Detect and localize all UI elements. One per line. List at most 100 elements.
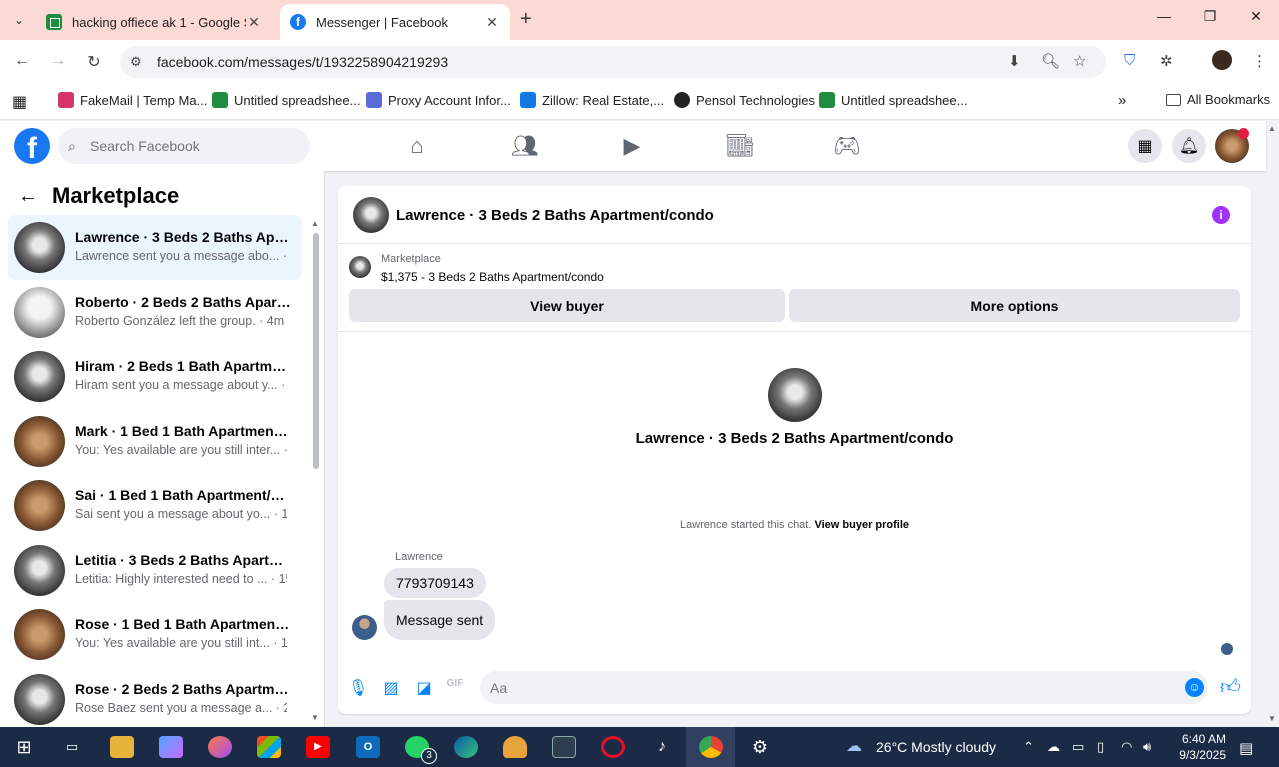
back-arrow-icon[interactable]: ← bbox=[12, 52, 32, 70]
medal-app-icon[interactable] bbox=[503, 736, 527, 758]
view-buyer-profile-link[interactable]: View buyer profile bbox=[814, 519, 909, 531]
view-buyer-button[interactable]: View buyer bbox=[349, 289, 785, 322]
system-clock[interactable]: 6:40 AM 9/3/2025 bbox=[1166, 731, 1226, 763]
chrome-icon[interactable] bbox=[699, 736, 723, 758]
wifi-icon[interactable]: ◠ bbox=[1121, 739, 1132, 755]
tab-search-chevron-icon[interactable]: ⌄ bbox=[6, 8, 32, 32]
conversation-item[interactable]: Lawrence · 3 Beds 2 Baths Apart... Lawre… bbox=[8, 215, 302, 280]
weather-cloud-icon[interactable]: ☁ bbox=[842, 736, 866, 758]
notifications-bell-icon[interactable]: 🔔︎ bbox=[1172, 129, 1206, 163]
volume-icon[interactable]: 🔊︎ bbox=[1143, 739, 1151, 755]
notification-center-icon[interactable]: ▤ bbox=[1239, 739, 1253, 757]
search-input[interactable] bbox=[90, 128, 300, 164]
reload-icon[interactable]: ↻ bbox=[84, 52, 104, 72]
scroll-down-arrow-icon[interactable]: ▼ bbox=[311, 713, 319, 722]
conversation-item[interactable]: Sai · 1 Bed 1 Bath Apartment/co... Sai s… bbox=[8, 473, 302, 538]
bookmark-spreadsheet-1[interactable]: Untitled spreadshee... bbox=[212, 92, 360, 108]
chat-avatar[interactable] bbox=[353, 197, 389, 233]
restore-icon[interactable]: ❐ bbox=[1200, 8, 1220, 25]
conversation-item[interactable]: Roberto · 2 Beds 2 Baths Apart... Robert… bbox=[8, 280, 302, 345]
onedrive-icon[interactable]: ☁ bbox=[1047, 739, 1060, 755]
battery-icon[interactable]: ▭ bbox=[1072, 739, 1084, 755]
zoom-icon[interactable]: 🔍︎ bbox=[1041, 52, 1060, 70]
friends-icon[interactable]: 👥︎ bbox=[510, 133, 540, 159]
home-icon[interactable]: ⌂ bbox=[402, 133, 432, 159]
more-options-button[interactable]: More options bbox=[789, 289, 1240, 322]
app-icon-dark[interactable] bbox=[552, 736, 576, 758]
emoji-icon[interactable]: ☺ bbox=[1185, 678, 1204, 697]
tiktok-icon[interactable]: ♪ bbox=[650, 736, 674, 758]
microsoft-store-icon[interactable] bbox=[257, 736, 281, 758]
microphone-icon[interactable]: 🎙︎ bbox=[348, 678, 368, 698]
edge-icon[interactable] bbox=[454, 736, 478, 758]
tab-messenger[interactable]: f Messenger | Facebook ✕ bbox=[280, 4, 510, 40]
conversation-item[interactable]: Hiram · 2 Beds 1 Bath Apartmen... Hiram … bbox=[8, 344, 302, 409]
copilot-icon[interactable] bbox=[159, 736, 183, 758]
conversation-item[interactable]: Letitia · 3 Beds 2 Baths Apartme... Leti… bbox=[8, 538, 302, 603]
forward-arrow-icon[interactable]: → bbox=[48, 52, 68, 70]
back-arrow-icon[interactable]: ← bbox=[18, 185, 38, 208]
marketplace-icon[interactable]: 🏬︎ bbox=[725, 133, 755, 159]
facebook-search[interactable]: ⌕ bbox=[58, 128, 310, 164]
tab-google-sheets[interactable]: hacking offiece ak 1 - Google Sheets ✕ bbox=[36, 4, 272, 40]
windows-start-icon[interactable]: ⊞ bbox=[12, 736, 36, 758]
close-tab-icon[interactable]: ✕ bbox=[484, 14, 500, 31]
task-view-icon[interactable]: ▭ bbox=[60, 736, 84, 758]
profile-avatar[interactable] bbox=[1212, 50, 1232, 70]
sidebar-scrollbar[interactable] bbox=[313, 233, 319, 469]
menu-grid-icon[interactable]: ▦ bbox=[1128, 129, 1162, 163]
apps-grid-icon[interactable]: ▦ bbox=[12, 92, 27, 112]
minimize-icon[interactable]: — bbox=[1154, 8, 1174, 24]
message-input[interactable] bbox=[490, 671, 1170, 704]
shield-extension-icon[interactable]: ⛉ bbox=[1124, 52, 1135, 69]
chrome-menu-icon[interactable]: ⋮ bbox=[1252, 52, 1267, 70]
message-composer[interactable] bbox=[480, 671, 1208, 704]
thumbs-up-icon[interactable]: 👍︎ bbox=[1220, 675, 1241, 699]
outlook-icon[interactable]: O bbox=[356, 736, 380, 758]
bookmark-fakemail[interactable]: FakeMail | Temp Ma... bbox=[58, 92, 207, 108]
site-info-icon[interactable]: ⚙ bbox=[130, 54, 142, 70]
tray-chevron-icon[interactable]: ⌃ bbox=[1023, 739, 1034, 755]
youtube-icon[interactable]: ▶ bbox=[306, 736, 330, 758]
gif-icon[interactable]: GIF bbox=[445, 678, 465, 689]
url-text[interactable]: facebook.com/messages/t/1932258904219293 bbox=[157, 54, 448, 70]
more-bookmarks-icon[interactable]: » bbox=[1118, 92, 1126, 109]
conversation-item[interactable]: Rose · 1 Bed 1 Bath Apartment/c... You: … bbox=[8, 602, 302, 667]
conversation-preview: Letitia: Highly interested need to ... ·… bbox=[75, 571, 287, 586]
address-bar[interactable]: ⚙ facebook.com/messages/t/19322589042192… bbox=[120, 46, 1106, 78]
close-tab-icon[interactable]: ✕ bbox=[246, 14, 262, 31]
bookmark-proxy[interactable]: Proxy Account Infor... bbox=[366, 92, 511, 108]
conversation-item[interactable]: Rose · 2 Beds 2 Baths Apartmen... Rose B… bbox=[8, 667, 302, 732]
facebook-logo[interactable]: f bbox=[14, 128, 50, 164]
conversation-item[interactable]: Mark · 1 Bed 1 Bath Apartment/... You: Y… bbox=[8, 409, 302, 474]
video-icon[interactable]: ▶ bbox=[617, 133, 647, 159]
close-window-icon[interactable]: ✕ bbox=[1246, 8, 1266, 25]
photo-icon[interactable]: ▨ bbox=[381, 678, 401, 698]
device-icon[interactable]: ▯ bbox=[1097, 739, 1104, 755]
weather-text[interactable]: 26°C Mostly cloudy bbox=[876, 739, 996, 755]
page-scroll-up-icon[interactable]: ▲ bbox=[1268, 124, 1276, 133]
settings-gear-icon[interactable]: ⚙ bbox=[748, 736, 772, 758]
file-explorer-icon[interactable] bbox=[110, 736, 134, 758]
message-bubble[interactable]: Message sent bbox=[384, 600, 496, 640]
chat-title[interactable]: Lawrence · 3 Beds 2 Baths Apartment/cond… bbox=[396, 207, 714, 224]
sticker-icon[interactable]: ◪ bbox=[414, 678, 434, 698]
bookmark-zillow[interactable]: Zillow: Real Estate,... bbox=[520, 92, 664, 108]
bookmark-spreadsheet-2[interactable]: Untitled spreadshee... bbox=[819, 92, 967, 108]
all-bookmarks[interactable]: All Bookmarks bbox=[1166, 92, 1270, 107]
scroll-up-arrow-icon[interactable]: ▲ bbox=[311, 219, 319, 228]
app-icon[interactable] bbox=[208, 736, 232, 758]
intro-avatar[interactable] bbox=[768, 368, 822, 422]
info-icon[interactable]: i bbox=[1212, 206, 1230, 224]
install-app-icon[interactable]: ⬇ bbox=[1008, 52, 1021, 70]
page-scroll-down-icon[interactable]: ▼ bbox=[1268, 714, 1276, 723]
new-tab-plus-icon[interactable]: + bbox=[520, 8, 532, 31]
gaming-icon[interactable]: 🎮︎ bbox=[832, 133, 862, 159]
listing-source: Marketplace bbox=[381, 253, 441, 265]
bookmark-star-icon[interactable]: ☆ bbox=[1073, 52, 1086, 70]
bookmark-pensol[interactable]: Pensol Technologies bbox=[674, 92, 815, 108]
message-bubble[interactable]: 7793709143 bbox=[384, 568, 486, 598]
proxy-icon bbox=[366, 92, 382, 108]
extensions-puzzle-icon[interactable]: ✲ bbox=[1160, 52, 1173, 70]
opera-icon[interactable] bbox=[601, 736, 625, 758]
